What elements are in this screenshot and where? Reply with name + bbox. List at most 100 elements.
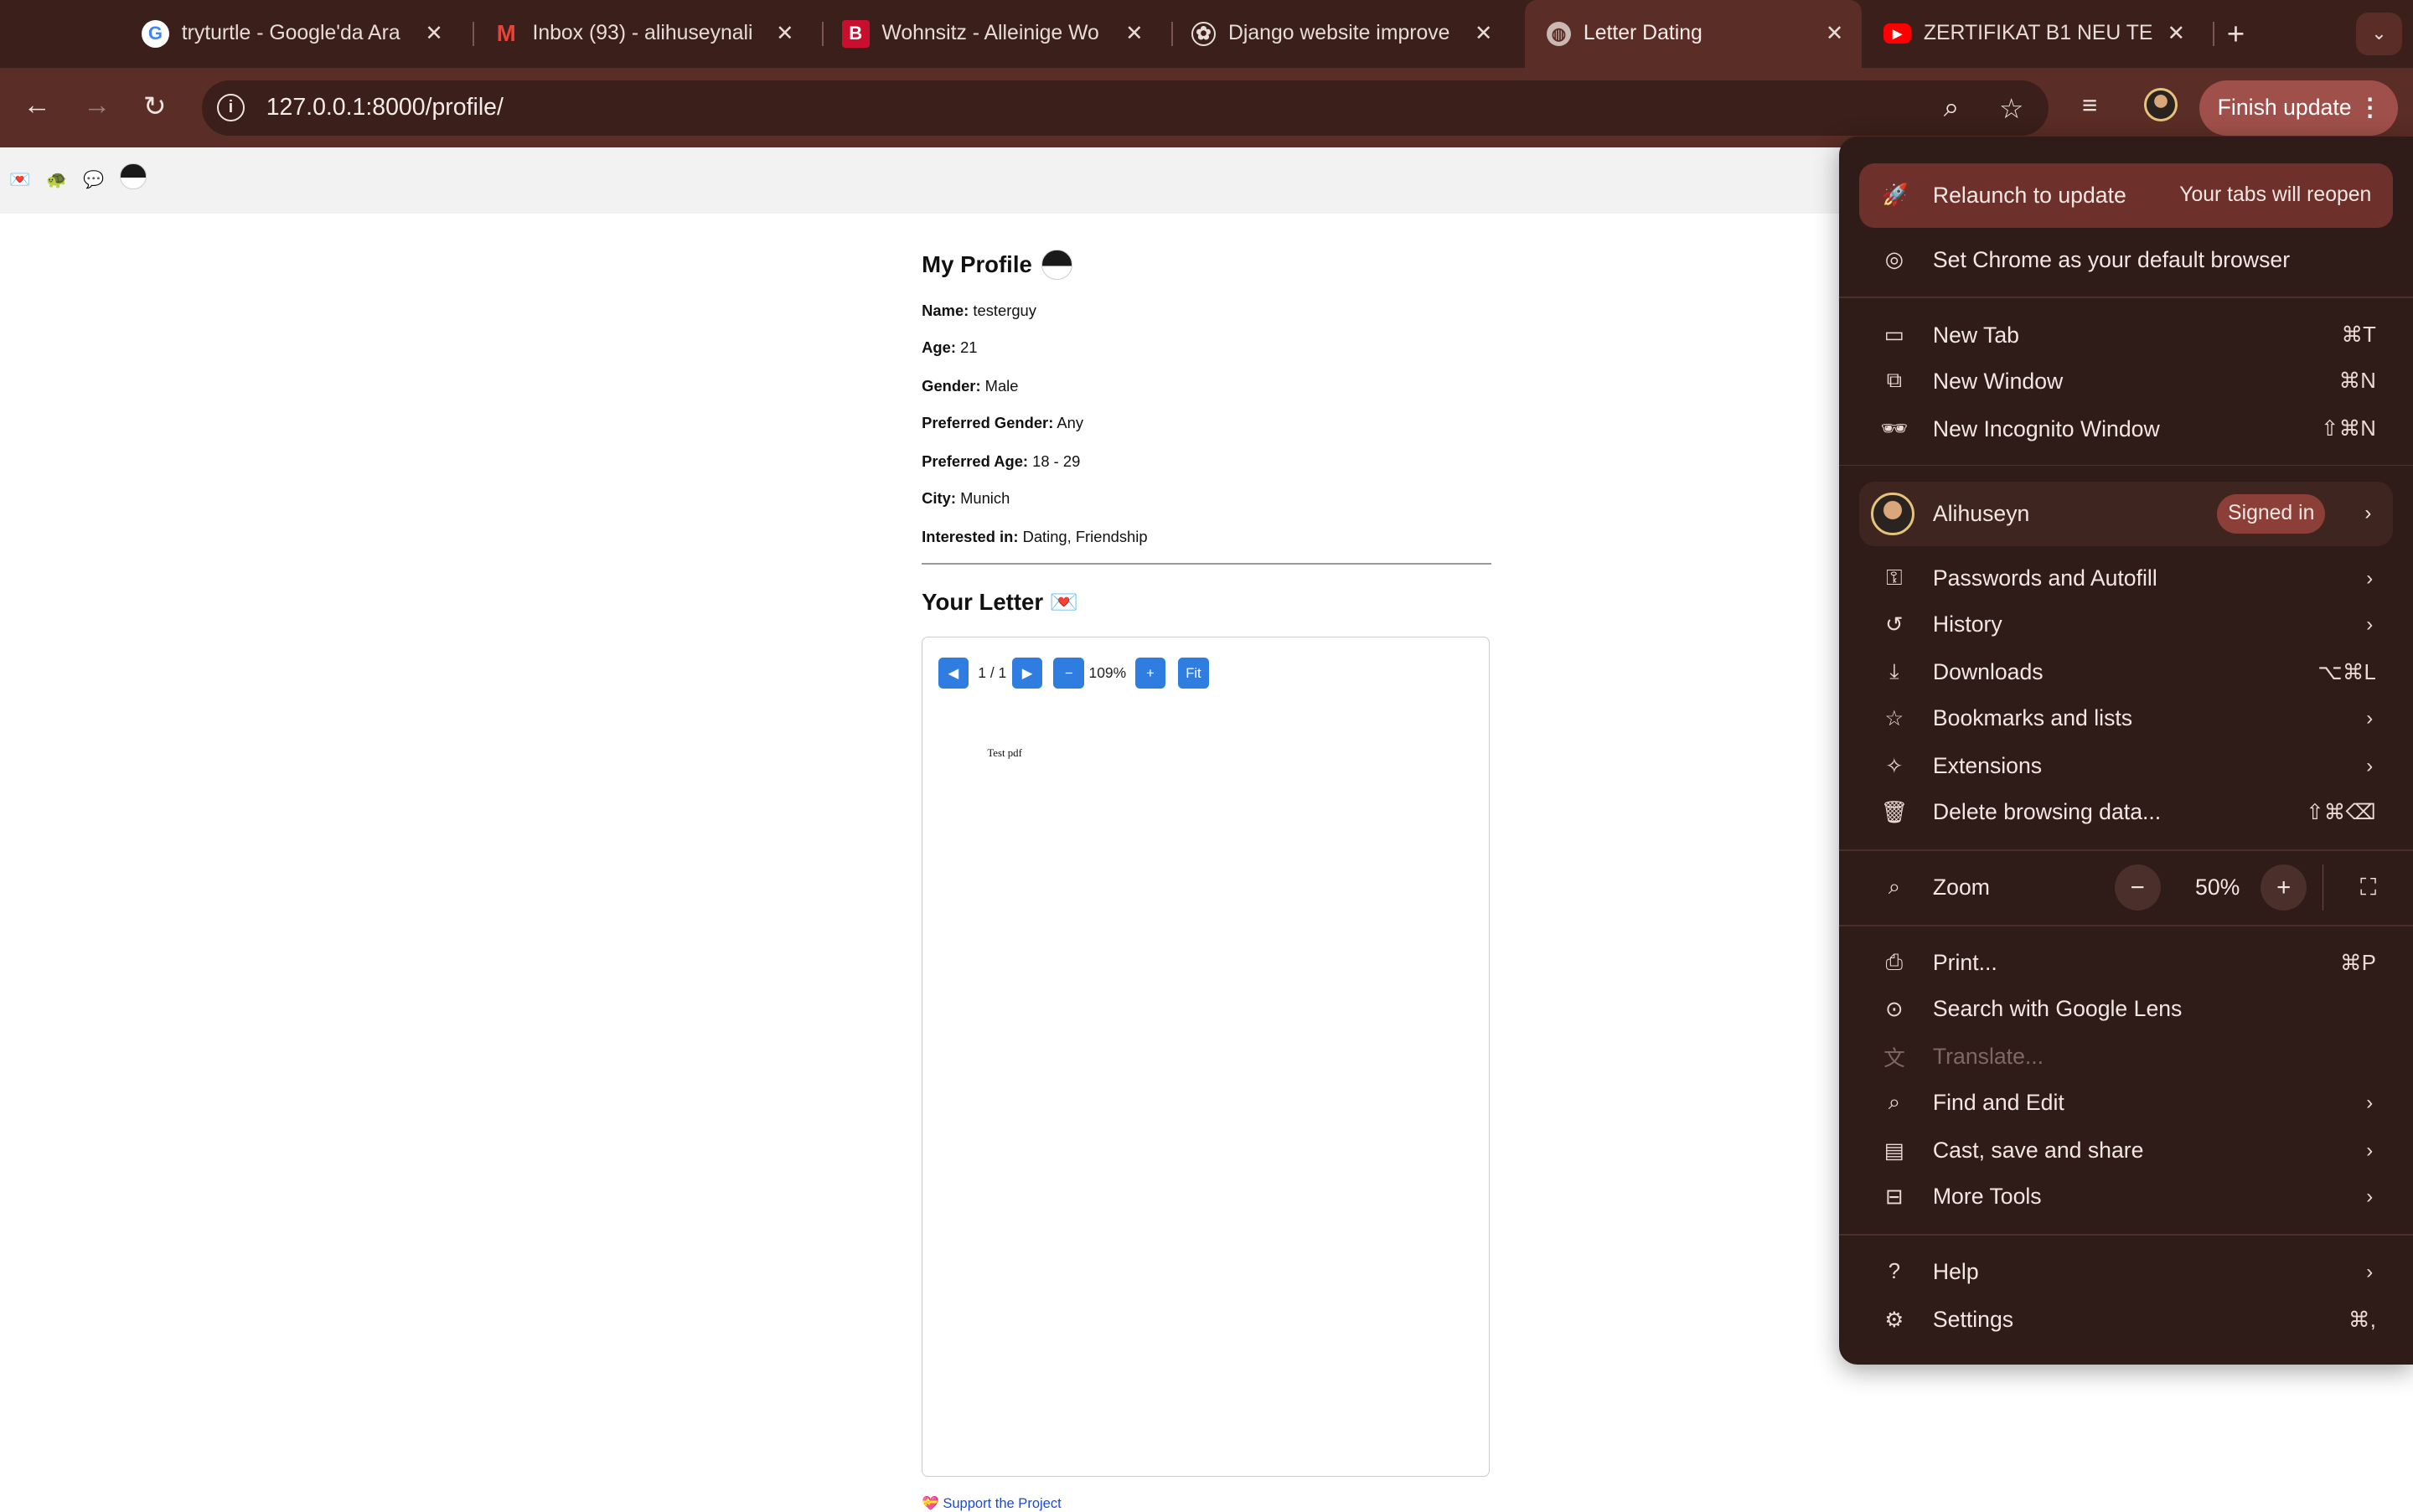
tab-gmail[interactable]: M Inbox (93) - alihuseynali ✕ — [471, 0, 813, 68]
page-indicator: 1 / 1 — [978, 663, 1007, 681]
field-name: Name: testerguy — [922, 302, 1036, 320]
help-icon: ? — [1888, 1260, 1901, 1284]
prev-page-button[interactable]: ◀ — [938, 658, 969, 689]
reload-icon[interactable]: ↻ — [143, 90, 167, 123]
delete-browsing-data-item[interactable]: 🗑 Delete browsing data... ⇧⌘⌫ — [1839, 789, 2413, 835]
shortcut: ⌘N — [2338, 369, 2376, 394]
menu-item-label: Cast, save and share — [1932, 1138, 2144, 1164]
profile-heading: My Profile — [922, 249, 1072, 281]
turtle-icon[interactable]: 🐢 — [46, 169, 67, 190]
zoom-in-button[interactable]: + — [1134, 658, 1166, 689]
menu-separator — [1838, 849, 2413, 851]
downloads-item[interactable]: ⤓ Downloads ⌥⌘L — [1839, 649, 2413, 695]
forward-arrow-icon[interactable]: → — [83, 90, 111, 121]
close-icon[interactable]: ✕ — [1475, 21, 1493, 46]
close-icon[interactable]: ✕ — [1125, 21, 1144, 46]
user-avatar[interactable] — [120, 163, 147, 190]
find-and-edit-item[interactable]: ⌕ Find and Edit › — [1839, 1080, 2413, 1126]
new-incognito-item[interactable]: 🕶 New Incognito Window ⇧⌘N — [1839, 406, 2413, 452]
address-bar[interactable]: i 127.0.0.1:8000/profile/ ⌕ ☆ — [201, 80, 2049, 136]
menu-separator — [1838, 297, 2413, 299]
media-controls-icon[interactable]: ≡ — [2082, 90, 2097, 121]
finish-update-button[interactable]: Finish update ⋮ — [2199, 80, 2398, 136]
tab-chatgpt[interactable]: ✿ Django website improve ✕ — [1170, 0, 1511, 68]
field-city: City: Munich — [922, 489, 1010, 508]
field-label: Name: — [922, 301, 969, 319]
tab-letter-dating[interactable]: ◍ Letter Dating ✕ — [1525, 0, 1863, 68]
menu-item-label: Bookmarks and lists — [1932, 705, 2133, 731]
chevron-right-icon: › — [2366, 612, 2374, 636]
back-arrow-icon[interactable]: ← — [23, 90, 51, 121]
profile-avatar[interactable] — [2143, 87, 2178, 122]
b-icon: B — [841, 19, 870, 48]
relaunch-to-update-item[interactable]: 🚀 Relaunch to update Your tabs will reop… — [1858, 163, 2394, 228]
zoom-out-button[interactable]: − — [2114, 864, 2161, 911]
close-icon[interactable]: ✕ — [1826, 21, 1844, 46]
url-text[interactable]: 127.0.0.1:8000/profile/ — [266, 94, 504, 121]
support-link[interactable]: 💝 Support the Project — [922, 1495, 1062, 1512]
zoom-magnifier-icon[interactable]: ⌕ — [1944, 92, 1960, 124]
menu-item-label: Search with Google Lens — [1932, 996, 2183, 1022]
tab-youtube[interactable]: ▶ ZERTIFIKAT B1 NEU TEL ✕ — [1862, 0, 2204, 68]
tab-google-search[interactable]: G tryturtle - Google'da Ara ✕ — [120, 0, 462, 68]
zoom-out-button[interactable]: − — [1053, 658, 1084, 689]
google-lens-item[interactable]: ⊙ Search with Google Lens — [1839, 986, 2413, 1032]
bookmark-star-icon[interactable]: ☆ — [1999, 92, 2024, 126]
help-item[interactable]: ? Help › — [1839, 1249, 2413, 1295]
profile-item[interactable]: Alihuseyn Signed in › — [1858, 481, 2394, 546]
chevron-right-icon: › — [2366, 754, 2374, 777]
menu-item-label: Delete browsing data... — [1932, 799, 2162, 825]
menu-separator — [1838, 1234, 2413, 1236]
more-tools-item[interactable]: ⊟ More Tools › — [1839, 1174, 2413, 1220]
settings-item[interactable]: ⚙ Settings ⌘, — [1839, 1297, 2413, 1343]
new-window-item[interactable]: ⧉ New Window ⌘N — [1839, 359, 2413, 405]
zoom-level: 109% — [1088, 663, 1127, 681]
close-icon[interactable]: ✕ — [425, 21, 443, 46]
extensions-item[interactable]: ✧ Extensions › — [1839, 743, 2413, 789]
field-value: 18 - 29 — [1032, 452, 1081, 470]
chevron-right-icon: › — [2364, 502, 2372, 525]
toolbox-icon: ⊟ — [1885, 1184, 1904, 1209]
history-item[interactable]: ↺ History › — [1839, 601, 2413, 648]
field-gender: Gender: Male — [922, 377, 1018, 395]
field-label: Gender: — [922, 376, 981, 395]
relaunch-subtext: Your tabs will reopen — [2179, 183, 2372, 207]
new-tab-item[interactable]: ▭ New Tab ⌘T — [1839, 312, 2413, 359]
signed-in-badge: Signed in — [2217, 493, 2326, 534]
tab-title: Letter Dating — [1583, 22, 1703, 45]
field-label: Interested in: — [922, 527, 1019, 545]
menu-item-label: Downloads — [1932, 659, 2044, 685]
bookmarks-item[interactable]: ☆ Bookmarks and lists › — [1839, 695, 2413, 741]
passwords-item[interactable]: ⚿ Passwords and Autofill › — [1839, 555, 2413, 601]
chevron-right-icon: › — [2366, 1260, 2374, 1283]
fit-button[interactable]: Fit — [1178, 658, 1209, 689]
zoom-divider — [2322, 864, 2324, 911]
pdf-viewer: ◀ 1 / 1 ▶ − 109% + Fit Test pdf — [922, 637, 1491, 1478]
menu-item-label: Find and Edit — [1932, 1090, 2064, 1116]
profile-avatar — [1871, 492, 1914, 536]
zoom-in-button[interactable]: + — [2261, 864, 2307, 911]
more-vert-icon[interactable]: ⋮ — [2358, 93, 2382, 122]
profile-avatar-image — [1041, 249, 1072, 281]
menu-item-label: Set Chrome as your default browser — [1932, 246, 2291, 272]
close-icon[interactable]: ✕ — [2168, 21, 2186, 46]
close-icon[interactable]: ✕ — [776, 21, 794, 46]
menu-item-label: New Tab — [1932, 322, 2019, 348]
new-tab-plus-icon[interactable]: + — [2227, 17, 2245, 52]
site-info-icon[interactable]: i — [216, 94, 245, 122]
menu-item-label: More Tools — [1932, 1184, 2042, 1210]
incognito-icon: 🕶 — [1880, 417, 1909, 441]
print-item[interactable]: ⎙ Print... ⌘P — [1839, 940, 2413, 986]
set-default-browser-item[interactable]: ◎ Set Chrome as your default browser — [1839, 237, 2413, 283]
next-page-button[interactable]: ▶ — [1011, 658, 1043, 689]
gear-icon: ⚙ — [1884, 1308, 1904, 1332]
tab-wohnsitz[interactable]: B Wohnsitz - Alleinige Wo ✕ — [820, 0, 1162, 68]
shortcut: ⌘T — [2341, 323, 2376, 348]
cast-save-share-item[interactable]: ▤ Cast, save and share › — [1839, 1128, 2413, 1174]
field-value: testerguy — [973, 301, 1036, 319]
chat-bubble-icon[interactable]: 💬 — [83, 169, 104, 190]
tab-search-chevron-icon[interactable]: ⌄ — [2355, 12, 2403, 56]
love-letter-icon[interactable]: 💌 — [9, 169, 30, 190]
cast-file-icon: ▤ — [1883, 1138, 1905, 1163]
fullscreen-icon[interactable]: ⛶ — [2351, 874, 2385, 901]
